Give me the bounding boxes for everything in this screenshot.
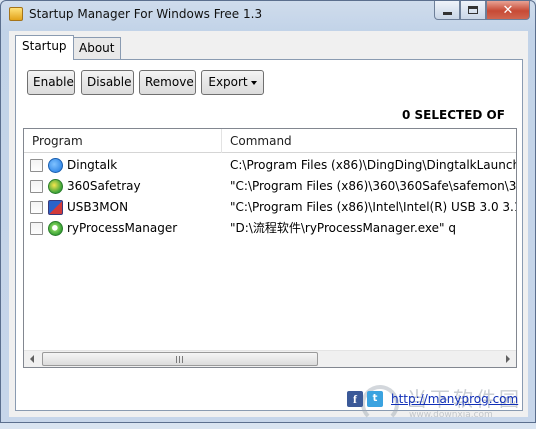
program-name: USB3MON <box>67 200 129 214</box>
close-icon: ✕ <box>502 2 514 18</box>
horizontal-scrollbar[interactable] <box>24 350 516 367</box>
command-text: "C:\Program Files (x86)\360\360Safe\safe… <box>230 179 517 193</box>
usb-monitor-icon <box>48 200 63 215</box>
title-bar[interactable]: Startup Manager For Windows Free 1.3 ✕ <box>1 1 535 27</box>
client-area: Startup About Enable Disable Remove Expo… <box>9 31 528 423</box>
minimize-button[interactable] <box>434 1 460 20</box>
column-header-program[interactable]: Program <box>32 129 83 153</box>
minimize-icon <box>442 11 452 15</box>
export-dropdown-button[interactable]: Export <box>201 70 264 95</box>
program-name: Dingtalk <box>67 158 118 172</box>
disable-button[interactable]: Disable <box>81 70 134 95</box>
scrollbar-thumb[interactable] <box>42 352 318 366</box>
maximize-button[interactable] <box>460 1 486 20</box>
app-window: Startup Manager For Windows Free 1.3 ✕ S… <box>0 0 536 423</box>
program-name: ryProcessManager <box>67 221 178 235</box>
tab-startup[interactable]: Startup <box>15 35 74 60</box>
twitter-icon[interactable]: t <box>367 391 383 407</box>
export-label: Export <box>208 75 248 89</box>
command-text: "D:\流程软件\ryProcessManager.exe" q <box>230 221 456 235</box>
column-divider[interactable] <box>221 129 222 153</box>
column-header-command[interactable]: Command <box>230 129 292 153</box>
startup-list[interactable]: Program Command Dingtalk C:\Program File… <box>23 128 517 368</box>
grip-icon <box>176 356 184 363</box>
arrow-right-icon <box>506 355 510 363</box>
website-link[interactable]: http://manyprog.com <box>391 392 518 406</box>
facebook-icon[interactable]: f <box>347 391 363 407</box>
dingtalk-icon <box>48 158 63 173</box>
maximize-icon <box>468 6 478 14</box>
row-checkbox[interactable] <box>30 222 43 235</box>
process-manager-icon <box>48 221 63 236</box>
list-row[interactable]: ryProcessManager "D:\流程软件\ryProcessManag… <box>24 218 516 239</box>
program-name: 360Safetray <box>67 179 141 193</box>
list-row[interactable]: Dingtalk C:\Program Files (x86)\DingDing… <box>24 155 517 176</box>
row-checkbox[interactable] <box>30 201 43 214</box>
enable-button[interactable]: Enable <box>27 70 75 95</box>
command-text: "C:\Program Files (x86)\Intel\Intel(R) U… <box>230 200 517 214</box>
app-icon <box>9 7 23 21</box>
chevron-down-icon <box>250 80 257 85</box>
list-header: Program Command <box>24 129 516 153</box>
window-title: Startup Manager For Windows Free 1.3 <box>29 7 263 21</box>
tab-about[interactable]: About <box>72 37 122 59</box>
selection-status: 0 SELECTED OF <box>402 108 505 122</box>
row-checkbox[interactable] <box>30 159 43 172</box>
scroll-right-button[interactable] <box>499 351 516 367</box>
list-row[interactable]: USB3MON "C:\Program Files (x86)\Intel\In… <box>24 197 517 218</box>
arrow-left-icon <box>30 355 34 363</box>
list-row[interactable]: 360Safetray "C:\Program Files (x86)\360\… <box>24 176 517 197</box>
close-button[interactable]: ✕ <box>486 1 530 20</box>
row-checkbox[interactable] <box>30 180 43 193</box>
startup-panel: Enable Disable Remove Export 0 SELECTED … <box>15 59 523 411</box>
360-shield-icon <box>48 179 63 194</box>
caption-buttons: ✕ <box>434 1 530 21</box>
scroll-left-button[interactable] <box>24 351 41 367</box>
command-text: C:\Program Files (x86)\DingDing\Dingtalk… <box>230 158 517 172</box>
watermark-url: www.downxia.com <box>409 410 493 420</box>
remove-button[interactable]: Remove <box>139 70 196 95</box>
